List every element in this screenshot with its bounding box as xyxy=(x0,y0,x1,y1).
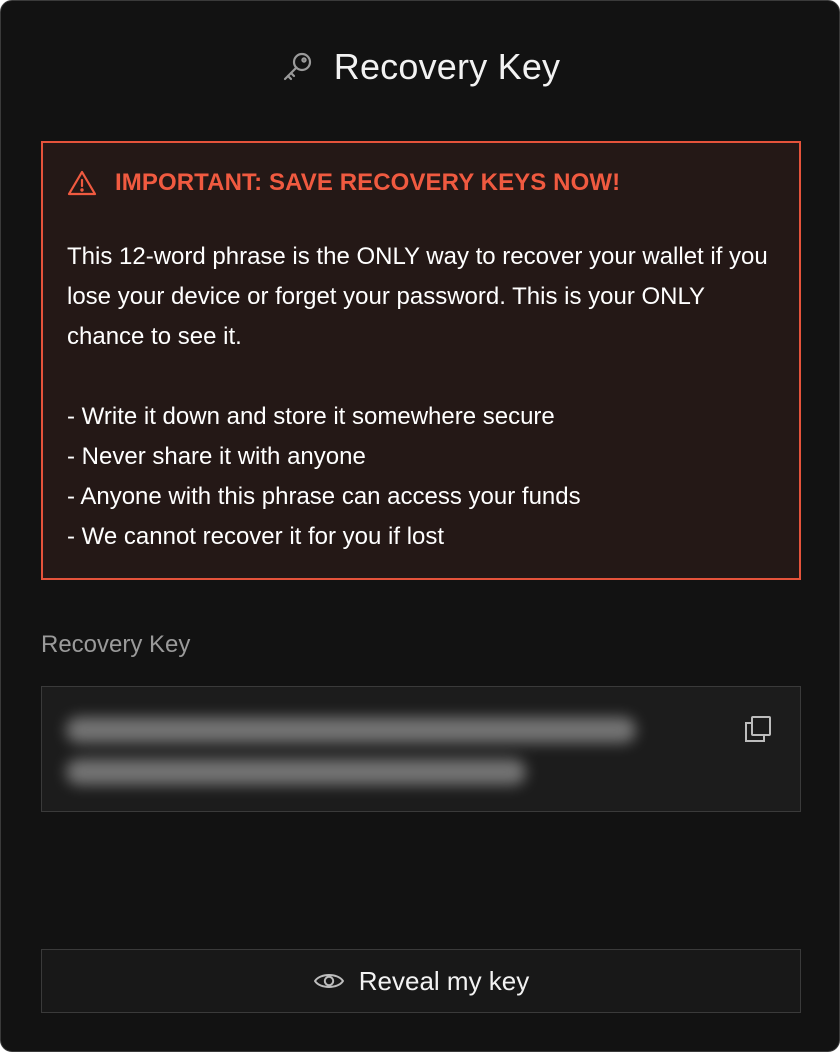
warning-list-item: - We cannot recover it for you if lost xyxy=(67,523,445,550)
warning-list-item: - Never share it with anyone xyxy=(67,443,366,470)
warning-body: This 12-word phrase is the ONLY way to r… xyxy=(67,237,783,557)
recovery-key-panel: Recovery Key IMPORTANT: SAVE RECOVERY KE… xyxy=(0,0,840,1052)
recovery-key-label: Recovery Key xyxy=(41,631,191,658)
page-title: Recovery Key xyxy=(333,46,561,87)
reveal-key-button[interactable]: Reveal my key xyxy=(41,949,801,1013)
panel-header: Recovery Key xyxy=(1,41,839,93)
warning-list: - Write it down and store it somewhere s… xyxy=(67,397,783,557)
blurred-phrase-placeholder xyxy=(66,717,636,785)
recovery-key-field xyxy=(41,686,801,812)
copy-icon[interactable] xyxy=(742,713,774,745)
warning-title: IMPORTANT: SAVE RECOVERY KEYS NOW! xyxy=(115,169,621,196)
key-icon xyxy=(280,49,316,85)
warning-icon xyxy=(67,169,97,197)
eye-icon xyxy=(313,970,345,992)
recovery-key-hidden-phrase xyxy=(66,707,666,811)
warning-list-item: - Write it down and store it somewhere s… xyxy=(67,403,555,430)
warning-list-item: - Anyone with this phrase can access you… xyxy=(67,483,581,510)
reveal-key-label: Reveal my key xyxy=(358,965,530,996)
warning-header: IMPORTANT: SAVE RECOVERY KEYS NOW! xyxy=(67,169,620,197)
warning-text: This 12-word phrase is the ONLY way to r… xyxy=(67,243,768,350)
warning-box: IMPORTANT: SAVE RECOVERY KEYS NOW! This … xyxy=(41,141,801,580)
